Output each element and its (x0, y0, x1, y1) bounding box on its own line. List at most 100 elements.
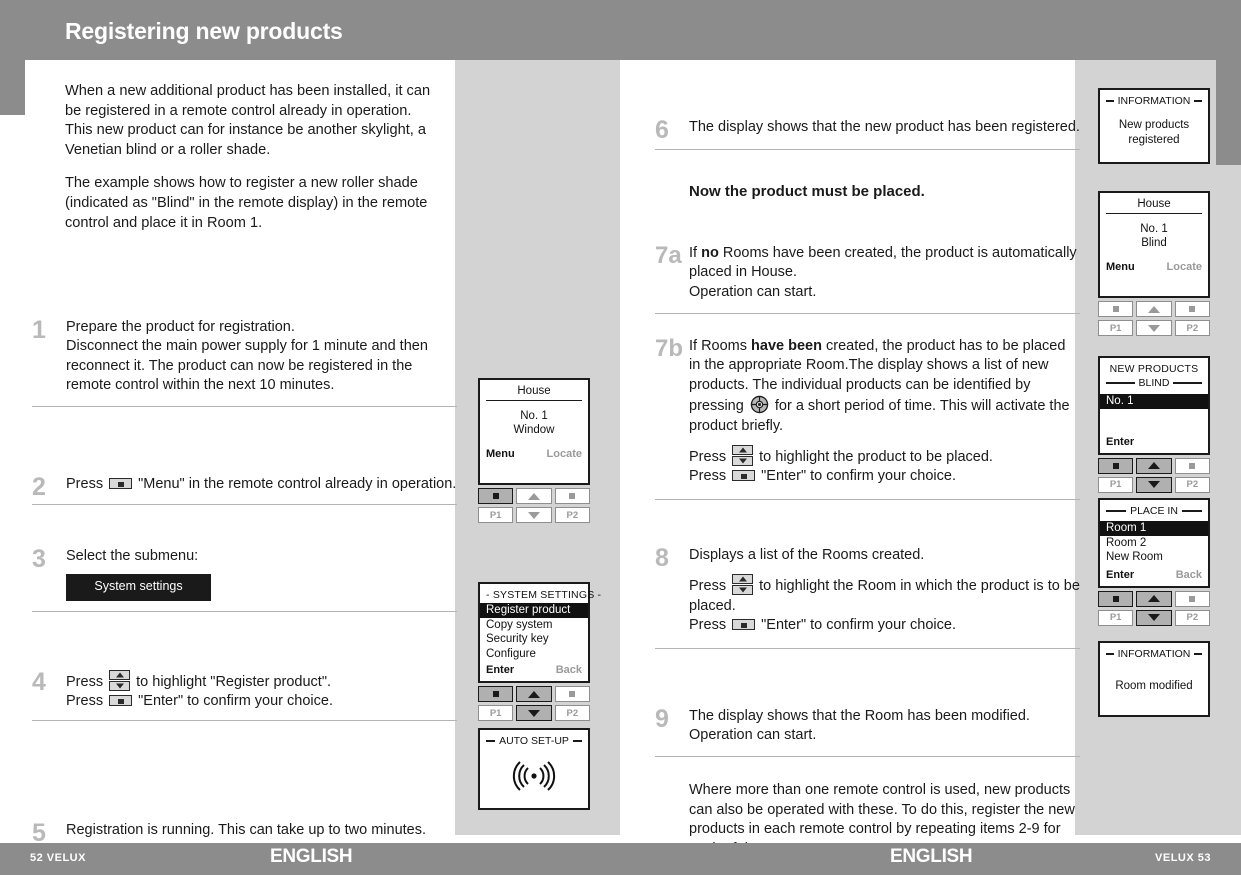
step-3: 3 Select the submenu: System settings (32, 505, 457, 612)
page-title: Registering new products (65, 18, 343, 44)
screen-softkey-right: Back (1175, 568, 1202, 581)
step-8-line-2: Press to highlight the Room in which the… (689, 574, 1080, 616)
callout-text: Now the product must be placed. (689, 183, 925, 201)
keypad-enter-button[interactable] (478, 686, 514, 702)
step-number: 5 (32, 818, 46, 847)
keypad-stop-button[interactable] (554, 488, 590, 504)
step-9: 9 The display shows that the Room has be… (655, 649, 1080, 758)
enter-key-icon (732, 470, 756, 482)
step-7b: 7b If Rooms have been created, the produ… (655, 314, 1080, 500)
screen-title-row: INFORMATION (1106, 647, 1202, 661)
keypad-up-button[interactable] (516, 488, 552, 504)
remote-display-new-products: NEW PRODUCTS BLIND No. 1 Enter P1 P2 (1098, 356, 1210, 496)
step-8: 8 Displays a list of the Rooms created. … (655, 500, 1080, 649)
keypad-stop-button[interactable] (1174, 301, 1210, 317)
room-item-room-1[interactable]: Room 1 (1100, 521, 1208, 536)
menu-item-copy-system[interactable]: Copy system (486, 618, 582, 633)
product-item-no-1[interactable]: No. 1 (1100, 394, 1208, 409)
step-4-line-2: Press "Enter" to confirm your choice. (66, 692, 457, 711)
step-number: 6 (655, 116, 669, 144)
keypad-p1-button[interactable]: P1 (478, 705, 514, 721)
menu-item-security-key[interactable]: Security key (486, 632, 582, 647)
page-header: Registering new products (0, 0, 1241, 60)
remote-screen: NEW PRODUCTS BLIND No. 1 Enter (1098, 356, 1210, 455)
screen-line-1: Room modified (1115, 679, 1193, 692)
keypad-up-button[interactable] (1136, 590, 1172, 607)
keypad-p2-button[interactable]: P2 (1174, 320, 1210, 336)
step-7a-t2: Rooms have been created, the product is … (689, 244, 1077, 281)
keypad-p2-button[interactable]: P2 (554, 507, 590, 523)
keypad-stop-button[interactable] (1174, 590, 1210, 607)
step-4-pre-1: Press (66, 673, 104, 690)
steps-right-column: 6 The display shows that the new product… (655, 118, 1080, 859)
step-9-line-1: The display shows that the Room has been… (689, 707, 1030, 724)
keypad-p2-button[interactable]: P2 (554, 705, 590, 721)
remote-display-house-blind: House No. 1 Blind Menu Locate P1 P2 (1098, 191, 1210, 339)
step-5: 5 Registration is running. This can take… (32, 721, 457, 852)
step-9-line-2: Operation can start. (689, 726, 817, 743)
menu-item-register-product[interactable]: Register product (480, 603, 588, 618)
remote-keypad: P1 P2 (478, 488, 590, 523)
keypad-down-button[interactable] (1136, 320, 1172, 336)
keypad-p1-button[interactable]: P1 (1098, 320, 1134, 336)
keypad-stop-button[interactable] (1174, 457, 1210, 474)
enter-key-icon (109, 477, 133, 489)
dpad-key-icon (750, 395, 769, 414)
step-7b-pre-2: Press (689, 468, 727, 485)
up-down-key-icon (732, 574, 754, 596)
keypad-stop-button[interactable] (554, 686, 590, 702)
remote-keypad: P1 P2 (1098, 301, 1210, 336)
keypad-p2-button[interactable]: P2 (1174, 609, 1210, 626)
page-footer (0, 843, 1241, 875)
keypad-p1-button[interactable]: P1 (478, 507, 514, 523)
step-number: 1 (32, 316, 46, 344)
step-8-post-2: "Enter" to confirm your choice. (761, 617, 956, 634)
screen-line-1: New products (1118, 119, 1190, 131)
keypad-down-button[interactable] (1136, 609, 1172, 626)
step-7a-line-1: If no Rooms have been created, the produ… (689, 244, 1080, 283)
step-5-line-1: Registration is running. This can take u… (66, 821, 427, 838)
keypad-up-button[interactable] (516, 686, 552, 702)
remote-display-house-window: House No. 1 Window Menu Locate P1 P2 (478, 378, 590, 526)
remote-screen: INFORMATION Room modified (1098, 641, 1210, 717)
remote-display-place-in: PLACE IN Room 1 Room 2 New Room Enter Ba… (1098, 498, 1210, 629)
menu-item-configure[interactable]: Configure (486, 647, 582, 662)
step-6-line-1: The display shows that the new product h… (689, 119, 1080, 135)
screen-subtitle-row: BLIND (1106, 376, 1202, 390)
keypad-up-button[interactable] (1136, 457, 1172, 474)
screen-softkey-right: Back (555, 664, 582, 676)
screen-title: House (486, 384, 582, 401)
keypad-up-button[interactable] (1136, 301, 1172, 317)
step-2-text: Press "Menu" in the remote control alrea… (66, 475, 457, 494)
keypad-enter-button[interactable] (1098, 457, 1134, 474)
screen-softkey-left: Enter (1106, 568, 1135, 581)
step-7a: 7a If no Rooms have been created, the pr… (655, 202, 1080, 315)
screen-subtitle: BLIND (1138, 377, 1170, 389)
step-7b-post-1: to highlight the product to be placed. (759, 449, 993, 466)
edge-tab-right (1216, 60, 1241, 165)
keypad-enter-button[interactable] (1098, 301, 1134, 317)
keypad-p2-button[interactable]: P2 (1174, 476, 1210, 493)
keypad-down-button[interactable] (516, 705, 552, 721)
keypad-p1-button[interactable]: P1 (1098, 476, 1134, 493)
screen-title: INFORMATION (1117, 95, 1191, 107)
room-item-room-2[interactable]: Room 2 (1106, 536, 1202, 551)
screen-title-row: PLACE IN (1106, 504, 1203, 518)
remote-display-auto-setup: AUTO SET-UP (478, 728, 590, 810)
step-8-pre-1: Press (689, 578, 727, 595)
step-3-line-1: Select the submenu: (66, 548, 199, 565)
step-7b-pre-1: Press (689, 449, 727, 466)
screen-softkey-left: Enter (486, 664, 515, 676)
room-item-new-room[interactable]: New Room (1106, 550, 1202, 565)
keypad-enter-button[interactable] (478, 488, 514, 504)
keypad-p1-button[interactable]: P1 (1098, 609, 1134, 626)
remote-display-system-settings: - SYSTEM SETTINGS - Register product Cop… (478, 582, 601, 724)
keypad-enter-button[interactable] (1098, 590, 1134, 607)
step-number: 7a (655, 241, 682, 269)
keypad-down-button[interactable] (1136, 476, 1172, 493)
remote-screen: House No. 1 Blind Menu Locate (1098, 191, 1210, 298)
step-4-line-1: Press to highlight "Register product". (66, 669, 457, 692)
enter-key-icon (732, 619, 756, 631)
keypad-down-button[interactable] (516, 507, 552, 523)
step-7a-line-2: Operation can start. (689, 283, 817, 300)
